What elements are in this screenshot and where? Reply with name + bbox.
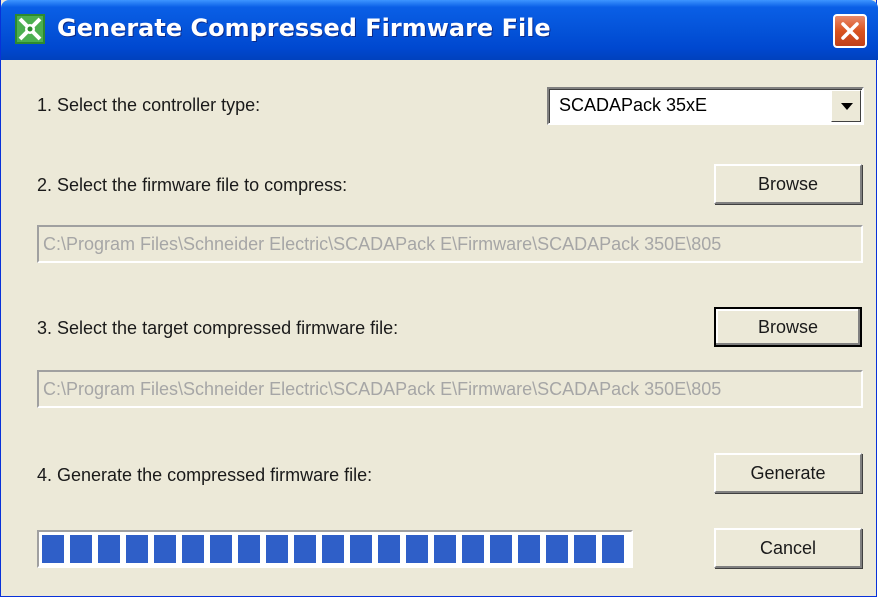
progress-segment	[294, 535, 316, 563]
progress-segment	[406, 535, 428, 563]
progress-segment	[210, 535, 232, 563]
target-path-value: C:\Program Files\Schneider Electric\SCAD…	[43, 379, 722, 399]
progress-segment	[574, 535, 596, 563]
generate-label: 4. Generate the compressed firmware file…	[37, 465, 373, 485]
progress-segment	[518, 535, 540, 563]
progress-segment	[602, 535, 624, 563]
progress-segment	[462, 535, 484, 563]
progress-segment	[434, 535, 456, 563]
cancel-button[interactable]: Cancel	[714, 528, 862, 568]
progress-bar	[37, 530, 633, 568]
firmware-path-value: C:\Program Files\Schneider Electric\SCAD…	[43, 234, 722, 254]
controller-type-select[interactable]: SCADAPack 35xE	[547, 87, 864, 125]
generate-button[interactable]: Generate	[714, 453, 862, 493]
window-title: Generate Compressed Firmware File	[57, 14, 551, 42]
firmware-browse-button[interactable]: Browse	[714, 164, 862, 204]
firmware-path-field: C:\Program Files\Schneider Electric\SCAD…	[37, 225, 863, 263]
close-icon	[841, 22, 859, 40]
chevron-down-icon	[841, 103, 853, 110]
progress-segment	[154, 535, 176, 563]
progress-segment	[238, 535, 260, 563]
progress-segment	[98, 535, 120, 563]
close-button[interactable]	[833, 14, 867, 48]
progress-segment	[490, 535, 512, 563]
target-browse-button[interactable]: Browse	[714, 307, 862, 347]
progress-segment	[42, 535, 64, 563]
title-bar[interactable]: Generate Compressed Firmware File	[1, 0, 878, 60]
progress-segment	[322, 535, 344, 563]
progress-segment	[546, 535, 568, 563]
firmware-app-icon	[15, 14, 45, 44]
progress-segment	[350, 535, 372, 563]
progress-segment	[266, 535, 288, 563]
dialog-window: Generate Compressed Firmware File 1. Sel…	[0, 0, 878, 597]
progress-segment	[126, 535, 148, 563]
controller-type-dropdown-button[interactable]	[831, 90, 861, 122]
progress-segment	[378, 535, 400, 563]
target-file-label: 3. Select the target compressed firmware…	[37, 318, 399, 338]
target-path-field: C:\Program Files\Schneider Electric\SCAD…	[37, 370, 863, 408]
firmware-file-label: 2. Select the firmware file to compress:	[37, 175, 348, 195]
progress-segment	[182, 535, 204, 563]
controller-type-label: 1. Select the controller type:	[37, 95, 261, 115]
controller-type-value: SCADAPack 35xE	[559, 95, 708, 115]
progress-segment	[70, 535, 92, 563]
